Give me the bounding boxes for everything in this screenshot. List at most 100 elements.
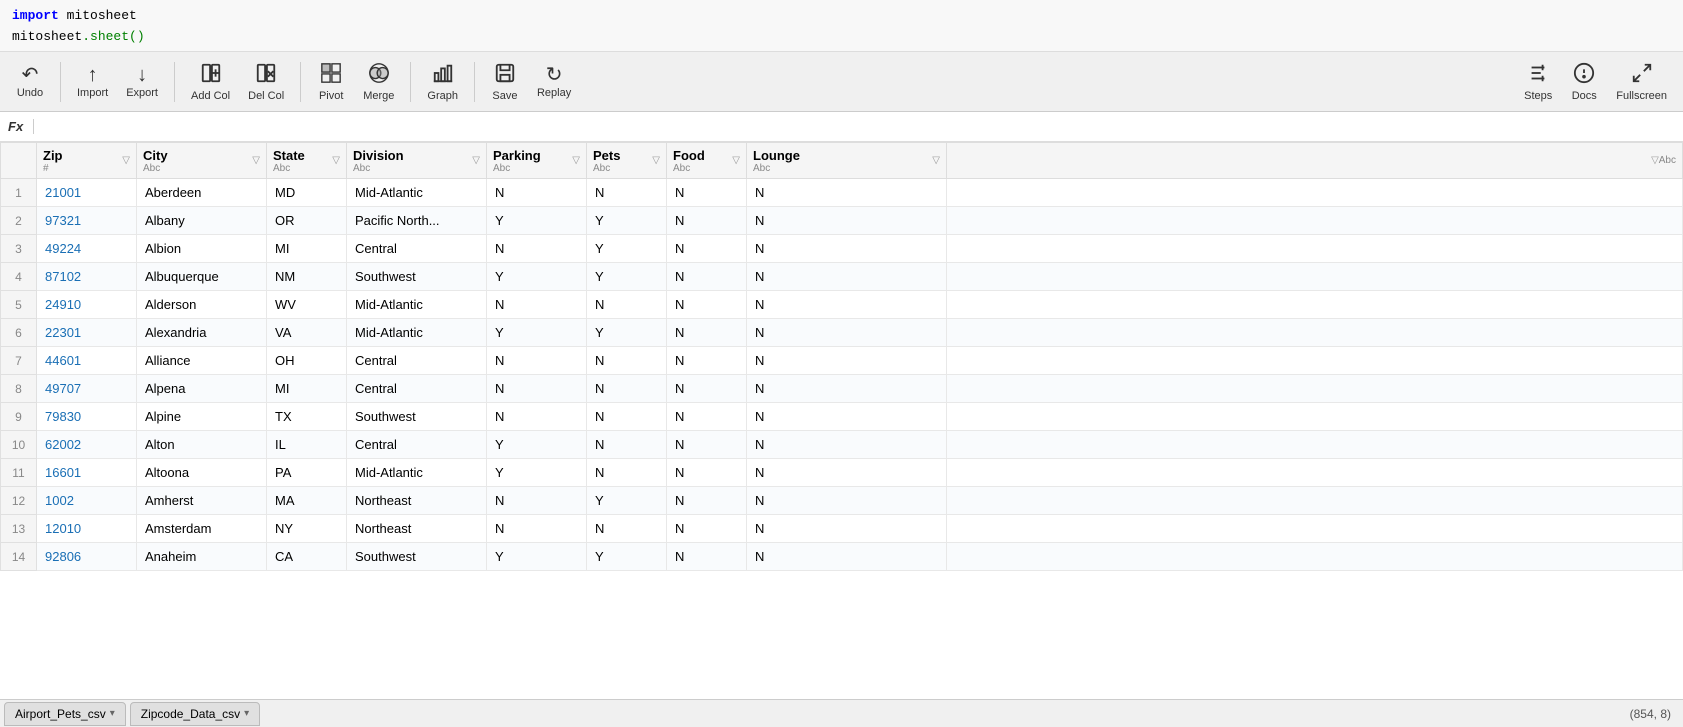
cell-division[interactable]: Pacific North... — [347, 207, 487, 235]
cell-zip[interactable]: 16601 — [37, 459, 137, 487]
cell-parking[interactable]: Y — [487, 319, 587, 347]
save-button[interactable]: Save — [483, 57, 527, 107]
filter-icon-lounge[interactable]: ▽ — [932, 155, 940, 166]
cell-zip[interactable]: 1002 — [37, 487, 137, 515]
cell-city[interactable]: Albany — [137, 207, 267, 235]
filter-icon-food[interactable]: ▽ — [732, 155, 740, 166]
cell-pets[interactable]: N — [587, 179, 667, 207]
tab-zipcode-data-arrow[interactable]: ▾ — [244, 708, 249, 719]
merge-button[interactable]: Merge — [355, 57, 402, 107]
cell-zip[interactable]: 62002 — [37, 431, 137, 459]
cell-state[interactable]: CA — [267, 543, 347, 571]
table-row[interactable]: 849707AlpenaMICentralNNNN — [1, 375, 1683, 403]
cell-pets[interactable]: Y — [587, 487, 667, 515]
cell-parking[interactable]: N — [487, 235, 587, 263]
cell-parking[interactable]: N — [487, 515, 587, 543]
cell-zip[interactable]: 21001 — [37, 179, 137, 207]
cell-parking[interactable]: Y — [487, 263, 587, 291]
cell-division[interactable]: Mid-Atlantic — [347, 179, 487, 207]
cell-division[interactable]: Southwest — [347, 403, 487, 431]
cell-lounge[interactable]: N — [747, 515, 947, 543]
undo-button[interactable]: ↶ Undo — [8, 57, 52, 107]
cell-food[interactable]: N — [667, 375, 747, 403]
cell-city[interactable]: Amsterdam — [137, 515, 267, 543]
cell-parking[interactable]: N — [487, 347, 587, 375]
col-header-pets[interactable]: Pets Abc ▽ — [587, 143, 667, 179]
table-row[interactable]: 1116601AltoonaPAMid-AtlanticYNNN — [1, 459, 1683, 487]
cell-state[interactable]: OH — [267, 347, 347, 375]
cell-division[interactable]: Mid-Atlantic — [347, 459, 487, 487]
cell-lounge[interactable]: N — [747, 263, 947, 291]
cell-city[interactable]: Aberdeen — [137, 179, 267, 207]
table-row[interactable]: 979830AlpineTXSouthwestNNNN — [1, 403, 1683, 431]
cell-food[interactable]: N — [667, 319, 747, 347]
col-header-parking[interactable]: Parking Abc ▽ — [487, 143, 587, 179]
filter-icon-parking[interactable]: ▽ — [572, 155, 580, 166]
cell-city[interactable]: Alpine — [137, 403, 267, 431]
filter-icon-division[interactable]: ▽ — [472, 155, 480, 166]
cell-division[interactable]: Central — [347, 347, 487, 375]
cell-pets[interactable]: N — [587, 515, 667, 543]
cell-zip[interactable]: 49707 — [37, 375, 137, 403]
cell-zip[interactable]: 87102 — [37, 263, 137, 291]
steps-button[interactable]: Steps — [1516, 57, 1560, 107]
cell-pets[interactable]: Y — [587, 263, 667, 291]
cell-division[interactable]: Mid-Atlantic — [347, 291, 487, 319]
table-row[interactable]: 1312010AmsterdamNYNortheastNNNN — [1, 515, 1683, 543]
col-header-food[interactable]: Food Abc ▽ — [667, 143, 747, 179]
fullscreen-button[interactable]: Fullscreen — [1608, 57, 1675, 107]
cell-pets[interactable]: N — [587, 375, 667, 403]
cell-state[interactable]: MI — [267, 375, 347, 403]
cell-food[interactable]: N — [667, 263, 747, 291]
cell-lounge[interactable]: N — [747, 207, 947, 235]
cell-city[interactable]: Alexandria — [137, 319, 267, 347]
cell-zip[interactable]: 97321 — [37, 207, 137, 235]
cell-state[interactable]: VA — [267, 319, 347, 347]
cell-parking[interactable]: N — [487, 291, 587, 319]
table-row[interactable]: 487102AlbuquerqueNMSouthwestYYNN — [1, 263, 1683, 291]
cell-lounge[interactable]: N — [747, 459, 947, 487]
cell-state[interactable]: MI — [267, 235, 347, 263]
add-col-button[interactable]: Add Col — [183, 57, 238, 107]
cell-city[interactable]: Albion — [137, 235, 267, 263]
cell-food[interactable]: N — [667, 431, 747, 459]
cell-parking[interactable]: N — [487, 403, 587, 431]
cell-lounge[interactable]: N — [747, 179, 947, 207]
cell-zip[interactable]: 44601 — [37, 347, 137, 375]
filter-icon-zip[interactable]: ▽ — [122, 155, 130, 166]
cell-zip[interactable]: 22301 — [37, 319, 137, 347]
cell-pets[interactable]: Y — [587, 235, 667, 263]
cell-parking[interactable]: Y — [487, 431, 587, 459]
filter-icon-city[interactable]: ▽ — [252, 155, 260, 166]
cell-city[interactable]: Alliance — [137, 347, 267, 375]
cell-state[interactable]: WV — [267, 291, 347, 319]
cell-division[interactable]: Central — [347, 375, 487, 403]
cell-zip[interactable]: 49224 — [37, 235, 137, 263]
cell-city[interactable]: Anaheim — [137, 543, 267, 571]
docs-button[interactable]: Docs — [1562, 57, 1606, 107]
cell-food[interactable]: N — [667, 207, 747, 235]
table-row[interactable]: 744601AllianceOHCentralNNNN — [1, 347, 1683, 375]
cell-pets[interactable]: N — [587, 291, 667, 319]
cell-food[interactable]: N — [667, 515, 747, 543]
cell-lounge[interactable]: N — [747, 487, 947, 515]
cell-food[interactable]: N — [667, 235, 747, 263]
tab-airport-pets[interactable]: Airport_Pets_csv ▾ — [4, 702, 126, 726]
cell-zip[interactable]: 24910 — [37, 291, 137, 319]
cell-pets[interactable]: Y — [587, 543, 667, 571]
cell-state[interactable]: MD — [267, 179, 347, 207]
cell-parking[interactable]: N — [487, 179, 587, 207]
import-button[interactable]: ↑ Import — [69, 57, 116, 107]
graph-button[interactable]: Graph — [419, 57, 466, 107]
cell-food[interactable]: N — [667, 179, 747, 207]
cell-lounge[interactable]: N — [747, 235, 947, 263]
formula-input[interactable] — [44, 119, 1675, 134]
filter-icon-state[interactable]: ▽ — [332, 155, 340, 166]
replay-button[interactable]: ↻ Replay — [529, 57, 579, 107]
cell-division[interactable]: Central — [347, 235, 487, 263]
cell-division[interactable]: Southwest — [347, 543, 487, 571]
cell-food[interactable]: N — [667, 291, 747, 319]
cell-state[interactable]: IL — [267, 431, 347, 459]
cell-state[interactable]: NM — [267, 263, 347, 291]
cell-lounge[interactable]: N — [747, 375, 947, 403]
